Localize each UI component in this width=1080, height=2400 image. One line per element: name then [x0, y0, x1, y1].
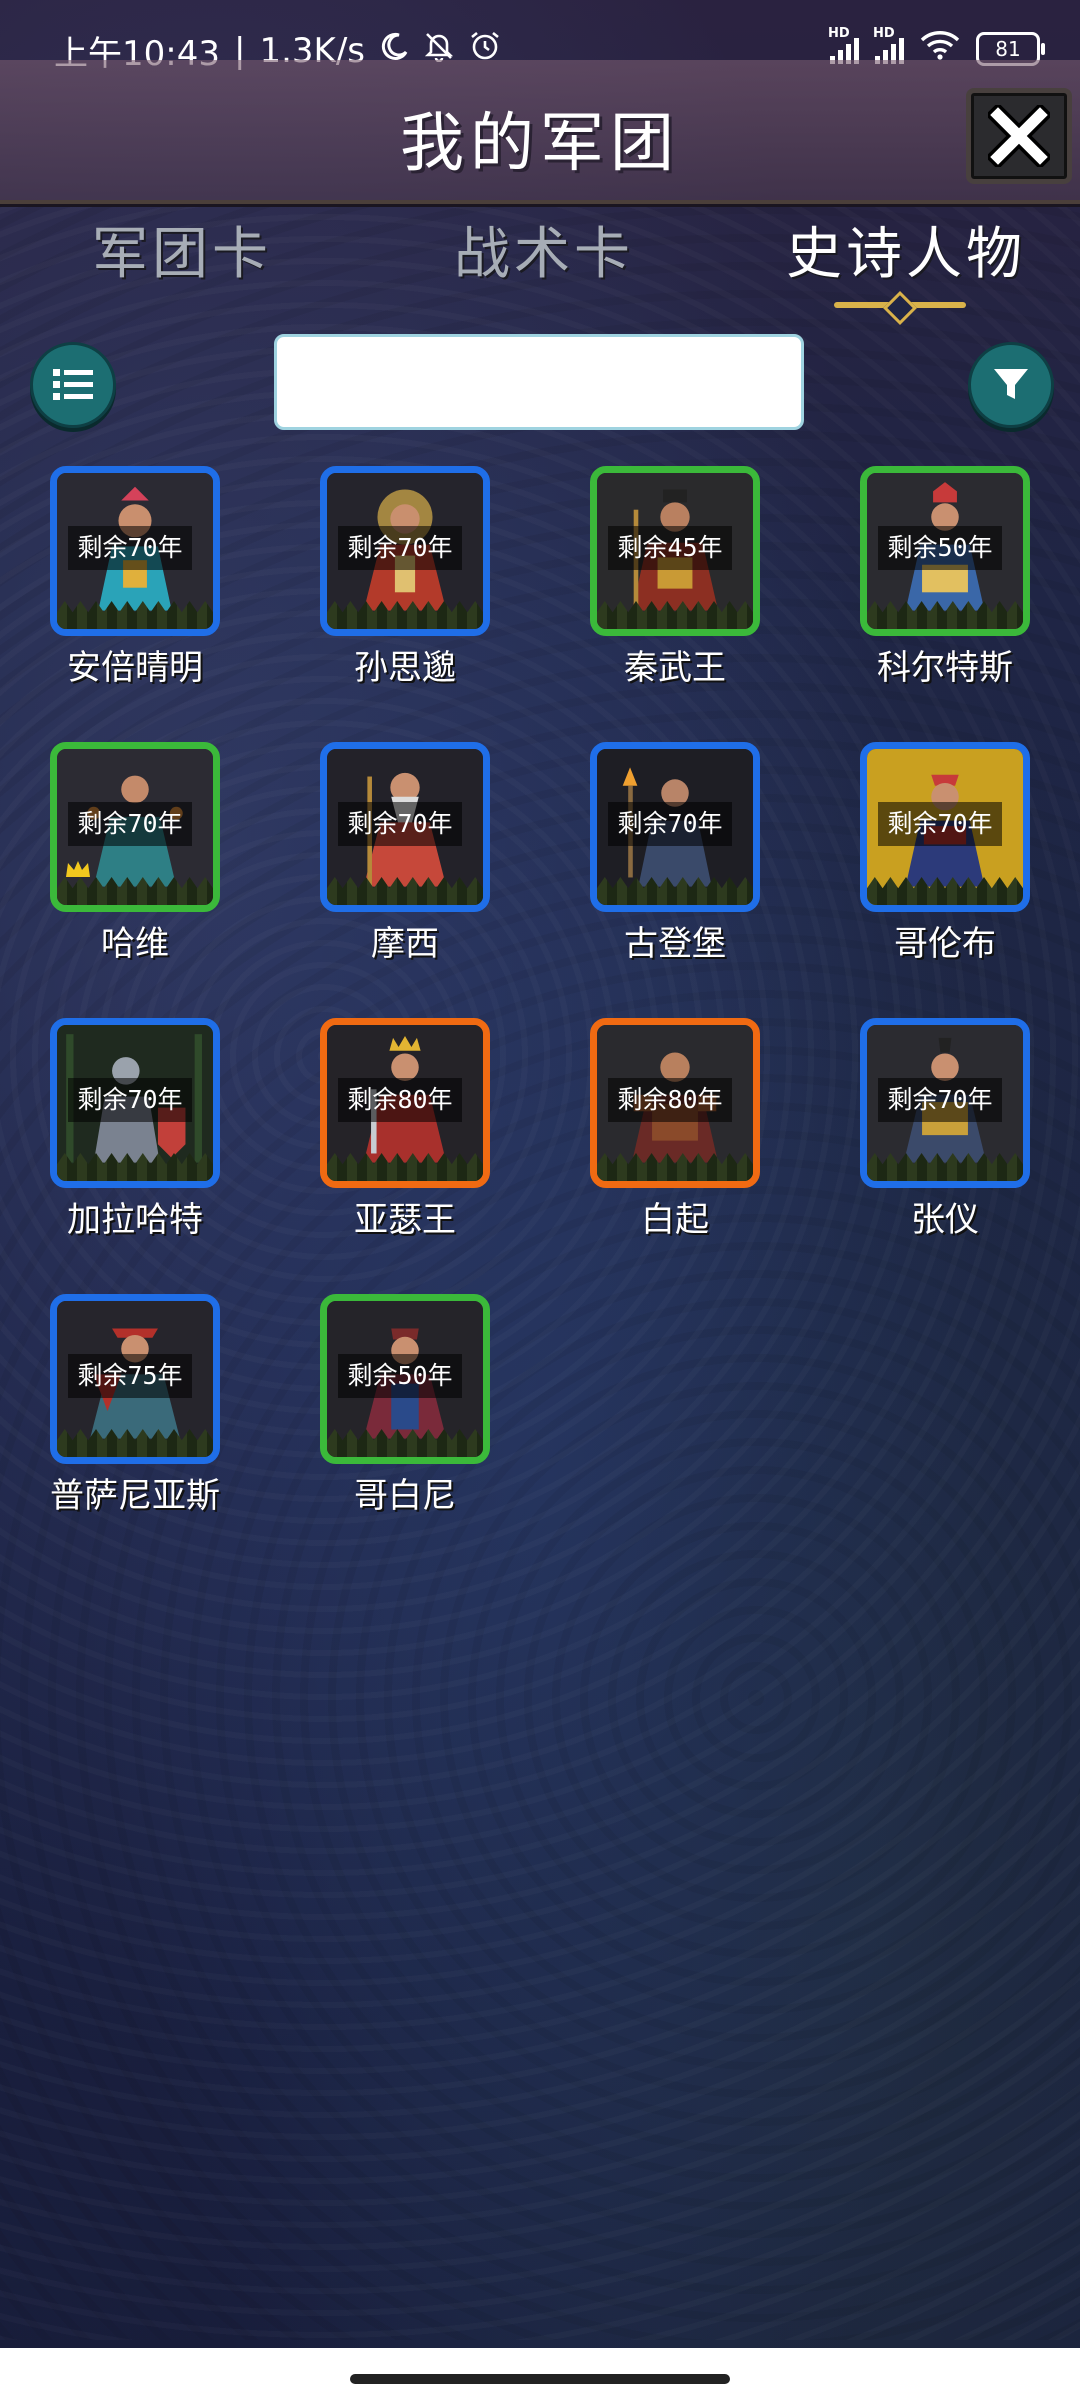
card-name: 孙思邈	[354, 648, 456, 688]
card-years-remaining: 剩余50年	[878, 526, 1002, 570]
card-name: 张仪	[911, 1200, 979, 1240]
card-years-remaining: 剩余70年	[338, 802, 462, 846]
character-grid: 剩余70年 安倍晴明 剩余70年 孙思邈 剩余45年 秦武王 剩余50年 科尔特…	[0, 0, 1080, 2400]
character-card[interactable]: 剩余80年 白起	[590, 1018, 760, 1240]
card-years-remaining: 剩余70年	[338, 526, 462, 570]
character-card[interactable]: 剩余75年 普萨尼亚斯	[50, 1294, 220, 1516]
character-card[interactable]: 剩余70年 孙思邈	[320, 466, 490, 688]
card-years-remaining: 剩余70年	[608, 802, 732, 846]
character-card[interactable]: 剩余70年 安倍晴明	[50, 466, 220, 688]
crown-icon	[66, 861, 90, 877]
character-card[interactable]: 剩余70年 哥伦布	[860, 742, 1030, 964]
card-name: 哥伦布	[894, 924, 996, 964]
card-name: 哈维	[101, 924, 169, 964]
card-years-remaining: 剩余45年	[608, 526, 732, 570]
card-years-remaining: 剩余70年	[68, 526, 192, 570]
character-card[interactable]: 剩余70年 摩西	[320, 742, 490, 964]
card-years-remaining: 剩余70年	[68, 802, 192, 846]
card-years-remaining: 剩余75年	[68, 1354, 192, 1398]
character-card[interactable]: 剩余70年 古登堡	[590, 742, 760, 964]
character-card[interactable]: 剩余45年 秦武王	[590, 466, 760, 688]
card-name: 科尔特斯	[877, 648, 1013, 688]
character-card[interactable]: 剩余50年 哥白尼	[320, 1294, 490, 1516]
card-years-remaining: 剩余70年	[68, 1078, 192, 1122]
card-years-remaining: 剩余80年	[608, 1078, 732, 1122]
character-card[interactable]: 剩余80年 亚瑟王	[320, 1018, 490, 1240]
card-name: 哥白尼	[354, 1476, 456, 1516]
card-years-remaining: 剩余50年	[338, 1354, 462, 1398]
card-name: 秦武王	[624, 648, 726, 688]
card-name: 普萨尼亚斯	[50, 1476, 220, 1516]
card-name: 古登堡	[624, 924, 726, 964]
character-card[interactable]: 剩余70年 加拉哈特	[50, 1018, 220, 1240]
character-card[interactable]: 剩余50年 科尔特斯	[860, 466, 1030, 688]
character-card[interactable]: 剩余70年 张仪	[860, 1018, 1030, 1240]
card-years-remaining: 剩余70年	[878, 802, 1002, 846]
character-card[interactable]: 剩余70年 哈维	[50, 742, 220, 964]
card-name: 加拉哈特	[67, 1200, 203, 1240]
home-indicator[interactable]	[350, 2374, 730, 2384]
card-years-remaining: 剩余80年	[338, 1078, 462, 1122]
card-name: 摩西	[371, 924, 439, 964]
card-name: 安倍晴明	[67, 648, 203, 688]
card-name: 白起	[641, 1200, 709, 1240]
card-name: 亚瑟王	[354, 1200, 456, 1240]
card-years-remaining: 剩余70年	[878, 1078, 1002, 1122]
